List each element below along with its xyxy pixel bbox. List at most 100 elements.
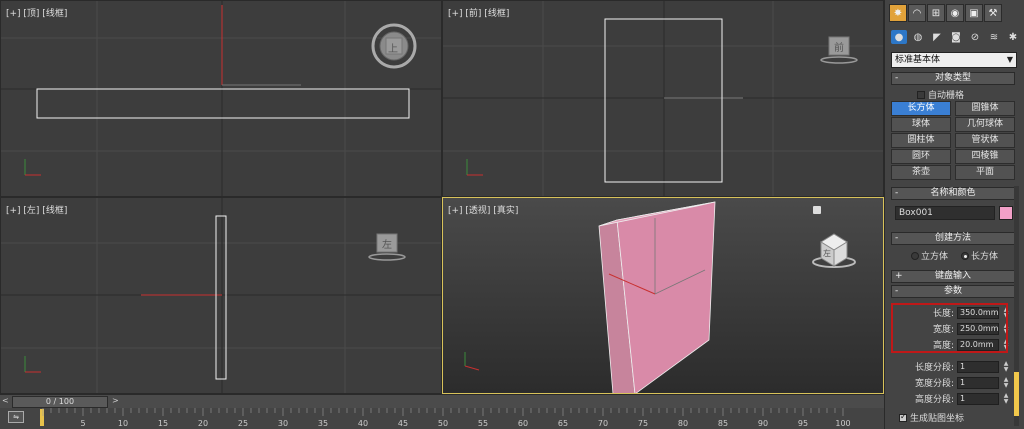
teapot-button[interactable]: 茶壶: [891, 165, 951, 180]
cube-radio[interactable]: 立方体: [911, 249, 948, 262]
tube-button[interactable]: 管状体: [955, 133, 1015, 148]
box-radio[interactable]: 长方体: [961, 249, 998, 262]
timeline-tick-label: 75: [638, 419, 648, 428]
chevron-down-icon: ▼: [1006, 55, 1013, 64]
viewport-label-top[interactable]: [+] [顶] [线框]: [6, 6, 67, 19]
gen-map-coords-checkbox[interactable]: 生成贴图坐标: [899, 411, 964, 424]
pyramid-button[interactable]: 四棱锥: [955, 149, 1015, 164]
box-radio-dot[interactable]: [961, 251, 969, 260]
timeline-tick-label: 10: [118, 419, 128, 428]
home-icon[interactable]: [813, 206, 821, 214]
spacewarps-icon[interactable]: ≋: [986, 30, 1002, 44]
box-button[interactable]: 长方体: [891, 101, 951, 116]
cone-button[interactable]: 圆锥体: [955, 101, 1015, 116]
collapse-icon: -: [895, 233, 899, 243]
prev-frame-icon[interactable]: <: [2, 396, 9, 405]
autogrid-checkbox[interactable]: 自动栅格: [917, 88, 964, 101]
cube-radio-label: 立方体: [921, 252, 949, 262]
lights-icon[interactable]: ◤: [929, 30, 945, 44]
primitive-category-value: 标准基本体: [895, 55, 941, 65]
viewport-perspective[interactable]: [+] [透视] [真实] 左: [442, 197, 884, 394]
viewport-label-left[interactable]: [+] [左] [线框]: [6, 203, 67, 216]
viewport-front[interactable]: [+] [前] [线框] 前: [442, 0, 884, 197]
timeline-tick-label: 50: [438, 419, 448, 428]
utilities-tab-icon[interactable]: ⚒: [984, 4, 1002, 22]
rollout-parameters-label: 参数: [943, 286, 962, 296]
timeline-tick-label: 70: [598, 419, 608, 428]
height-segs-input[interactable]: 1: [957, 392, 999, 405]
plane-button[interactable]: 平面: [955, 165, 1015, 180]
rollout-object-type-label: 对象类型: [934, 73, 971, 83]
front-viewport-canvas: [443, 1, 883, 196]
object-name-input[interactable]: Box001: [895, 206, 995, 220]
navcube-front[interactable]: 前: [819, 33, 859, 65]
navcube-top-face-label: 上: [388, 44, 398, 55]
timeline-tick-label: 5: [80, 419, 85, 428]
motion-tab-icon[interactable]: ◉: [946, 4, 964, 22]
box-front-face: [616, 201, 716, 393]
timeline-tick-label: 100: [835, 419, 850, 428]
viewport-top[interactable]: [+] [顶] [线框] 上: [0, 0, 442, 197]
gen-map-coords-checkbox-box[interactable]: [899, 412, 907, 422]
helpers-icon[interactable]: ⊘: [967, 30, 983, 44]
timeline-tick-label: 30: [278, 419, 288, 428]
track-bar[interactable]: ⇋ 5 10 15 20 25 30 35 40 45 50 55 60 65 70 75 80 85 90 95 1…: [0, 408, 884, 429]
box-outline-top: [36, 88, 410, 119]
width-segs-spinner-icon[interactable]: ▲ ▼: [1002, 376, 1010, 389]
shapes-icon[interactable]: ◍: [910, 30, 926, 44]
object-color-swatch[interactable]: [999, 206, 1013, 220]
timeline-tick-label: 85: [718, 419, 728, 428]
torus-button[interactable]: 圆环: [891, 149, 951, 164]
create-tab-icon[interactable]: ✸: [889, 4, 907, 22]
rollout-parameters[interactable]: - 参数: [891, 285, 1015, 298]
rollout-keyboard-entry[interactable]: + 键盘输入: [891, 270, 1015, 283]
navcube-perspective[interactable]: 左: [811, 228, 857, 272]
cylinder-button[interactable]: 圆柱体: [891, 133, 951, 148]
box-radio-label: 长方体: [971, 252, 999, 262]
display-tab-icon[interactable]: ▣: [965, 4, 983, 22]
viewport-left[interactable]: [+] [左] [线框] 左: [0, 197, 442, 394]
viewport-label-perspective[interactable]: [+] [透视] [真实]: [448, 203, 518, 216]
length-segs-param: 长度分段: 1 ▲ ▼: [915, 360, 1010, 373]
timeline-tick-label: 20: [198, 419, 208, 428]
width-segs-label: 宽度分段:: [914, 379, 954, 389]
time-slider[interactable]: 0 / 100: [12, 396, 108, 408]
width-segs-input[interactable]: 1: [957, 376, 999, 389]
create-subtabs: ● ◍ ◤ ◙ ⊘ ≋ ✱: [891, 30, 1021, 44]
box-outline-left: [215, 215, 227, 380]
viewport-label-front[interactable]: [+] [前] [线框]: [448, 6, 509, 19]
width-segs-param: 宽度分段: 1 ▲ ▼: [915, 376, 1010, 389]
primitive-category-dropdown[interactable]: 标准基本体 ▼: [891, 52, 1017, 68]
timeline-tick-label: 45: [398, 419, 408, 428]
expand-icon: +: [895, 271, 903, 281]
timeline-tick-label: 40: [358, 419, 368, 428]
cube-radio-dot[interactable]: [911, 251, 919, 260]
length-segs-spinner-icon[interactable]: ▲ ▼: [1002, 360, 1010, 373]
height-segs-spinner-icon[interactable]: ▲ ▼: [1002, 392, 1010, 405]
systems-icon[interactable]: ✱: [1005, 30, 1021, 44]
navcube-left[interactable]: 左: [367, 230, 407, 262]
geometry-icon[interactable]: ●: [891, 30, 907, 44]
length-segs-input[interactable]: 1: [957, 360, 999, 373]
timeline-tick-label: 35: [318, 419, 328, 428]
modify-tab-icon[interactable]: ◠: [908, 4, 926, 22]
left-viewport-canvas: [1, 198, 441, 393]
navcube-top[interactable]: 上: [371, 23, 417, 69]
sphere-button[interactable]: 球体: [891, 117, 951, 132]
rollout-keyboard-entry-label: 键盘输入: [934, 271, 971, 281]
gen-map-coords-label: 生成贴图坐标: [910, 414, 965, 424]
panel-scrollbar[interactable]: [1014, 186, 1019, 426]
collapse-icon: -: [895, 286, 899, 296]
timeline-tick-label: 15: [158, 419, 168, 428]
rollout-name-color[interactable]: - 名称和颜色: [891, 187, 1015, 200]
geosphere-button[interactable]: 几何球体: [955, 117, 1015, 132]
hierarchy-tab-icon[interactable]: ⊞: [927, 4, 945, 22]
navcube-perspective-face-label: 左: [823, 249, 831, 258]
autogrid-checkbox-box[interactable]: [917, 90, 925, 99]
panel-scrollbar-thumb[interactable]: [1014, 372, 1019, 416]
rollout-creation-method[interactable]: - 创建方法: [891, 232, 1015, 245]
next-frame-icon[interactable]: >: [112, 396, 119, 405]
cameras-icon[interactable]: ◙: [948, 30, 964, 44]
rollout-object-type[interactable]: - 对象类型: [891, 72, 1015, 85]
time-slider-bar: < 0 / 100 >: [0, 394, 884, 408]
